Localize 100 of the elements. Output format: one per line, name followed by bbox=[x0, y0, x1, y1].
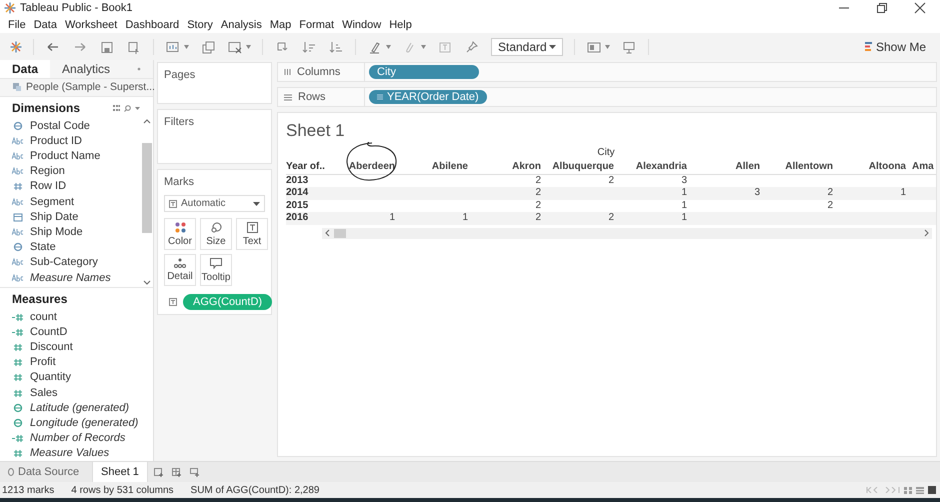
field-item[interactable]: CountD bbox=[0, 324, 153, 340]
field-item[interactable]: Postal Code bbox=[0, 118, 141, 134]
sheet-title: Sheet 1 bbox=[286, 121, 345, 141]
abc-icon bbox=[12, 151, 24, 162]
page-navigation-icon[interactable] bbox=[866, 487, 900, 493]
sheet-tab[interactable]: Data Source bbox=[0, 462, 88, 482]
menu-caret-icon[interactable] bbox=[135, 105, 141, 112]
save-icon[interactable] bbox=[99, 40, 115, 54]
field-item[interactable]: Measure Names bbox=[0, 270, 141, 286]
column-label: Abilene bbox=[395, 161, 468, 174]
column-label: Albuquerque bbox=[541, 161, 614, 174]
search-icon[interactable] bbox=[124, 104, 131, 112]
globe-icon bbox=[12, 418, 24, 428]
presentation-icon[interactable] bbox=[586, 40, 602, 54]
scrollbar-thumb[interactable] bbox=[334, 228, 346, 238]
field-item[interactable]: Product Name bbox=[0, 148, 141, 164]
show-me-button[interactable]: Show Me bbox=[860, 38, 930, 56]
scroll-left-icon[interactable] bbox=[325, 229, 330, 237]
field-item[interactable]: Sales bbox=[0, 385, 153, 400]
menu-item[interactable]: Worksheet bbox=[60, 18, 122, 30]
field-item[interactable]: count bbox=[0, 309, 153, 324]
sort-descending-icon[interactable] bbox=[328, 40, 344, 54]
field-item[interactable]: Segment bbox=[0, 194, 141, 210]
grid-icon[interactable] bbox=[113, 105, 120, 112]
text-icon bbox=[246, 222, 258, 232]
grid-view-icon[interactable] bbox=[904, 486, 912, 494]
hash-icon bbox=[12, 342, 24, 352]
menu-item[interactable]: Story bbox=[183, 18, 217, 30]
field-item[interactable]: Region bbox=[0, 164, 141, 179]
size-icon bbox=[210, 222, 222, 232]
card-title: Filters bbox=[164, 116, 195, 128]
field-pill[interactable]: YEAR(Order Date) bbox=[369, 90, 487, 104]
scroll-up-icon[interactable] bbox=[143, 119, 151, 124]
abc-icon bbox=[12, 227, 24, 238]
menu-item[interactable]: Map bbox=[266, 18, 296, 30]
duplicate-icon[interactable] bbox=[200, 40, 216, 54]
new-dashboard-icon[interactable] bbox=[172, 468, 182, 476]
column-label: Allen bbox=[687, 161, 760, 174]
mark-property-button[interactable]: Detail bbox=[164, 254, 196, 286]
mark-property-button[interactable]: Text bbox=[236, 218, 268, 250]
sort-ascending-icon[interactable] bbox=[301, 40, 317, 54]
mark-property-button[interactable]: Tooltip bbox=[200, 254, 232, 286]
field-item[interactable]: Row ID bbox=[0, 178, 141, 194]
field-pill[interactable]: City bbox=[369, 65, 479, 79]
field-item[interactable]: Profit bbox=[0, 354, 153, 370]
logo-icon bbox=[4, 2, 16, 14]
field-item[interactable]: State bbox=[0, 240, 141, 255]
new-worksheet-icon[interactable] bbox=[154, 468, 164, 476]
card-title: Marks bbox=[164, 176, 195, 188]
field-item[interactable]: Ship Mode bbox=[0, 224, 141, 240]
fit-dropdown[interactable]: Standard bbox=[491, 38, 563, 56]
scrollbar-thumb[interactable] bbox=[142, 143, 152, 234]
new-worksheet-icon[interactable] bbox=[165, 40, 181, 54]
presentation-mode-icon[interactable] bbox=[621, 40, 637, 54]
text-label-icon[interactable] bbox=[437, 40, 453, 54]
pane-tab[interactable]: Analytics bbox=[50, 60, 153, 78]
menu-item[interactable]: File bbox=[4, 18, 30, 30]
data-source-icon bbox=[8, 468, 14, 476]
status-text: 4 rows by 531 columns bbox=[71, 484, 174, 496]
restore-icon[interactable] bbox=[876, 2, 888, 14]
field-item[interactable]: Ship Date bbox=[0, 209, 141, 224]
menu-item[interactable]: Dashboard bbox=[121, 18, 184, 30]
new-story-icon[interactable] bbox=[190, 468, 200, 476]
field-item[interactable]: Discount bbox=[0, 340, 153, 355]
field-item[interactable]: Latitude (generated) bbox=[0, 400, 153, 416]
field-item[interactable]: Quantity bbox=[0, 370, 153, 386]
data-source-item[interactable]: People (Sample - Superst... bbox=[0, 78, 153, 98]
menu-item[interactable]: Window bbox=[338, 18, 386, 30]
field-item[interactable]: Measure Values bbox=[0, 446, 153, 461]
mark-property-button[interactable]: Color bbox=[164, 218, 196, 250]
menu-item[interactable]: Analysis bbox=[216, 18, 266, 30]
row-label: 2016 bbox=[286, 212, 310, 224]
pin-icon[interactable] bbox=[464, 40, 480, 54]
sheet-tab[interactable]: Sheet 1 bbox=[92, 462, 148, 482]
mark-type-dropdown[interactable]: Automatic bbox=[164, 195, 265, 212]
list-view-icon[interactable] bbox=[916, 486, 924, 494]
field-item[interactable]: Sub-Category bbox=[0, 254, 141, 270]
calendar-icon bbox=[12, 212, 24, 222]
table-cell-text: 1 bbox=[680, 200, 687, 212]
menu-item[interactable]: Help bbox=[385, 18, 416, 30]
hash-icon bbox=[12, 448, 24, 458]
fit-dropdown-label: Standard bbox=[498, 40, 547, 54]
shelf-label: Rows bbox=[278, 88, 365, 106]
hash-icon bbox=[12, 372, 24, 382]
horizontal-scrollbar[interactable] bbox=[322, 228, 932, 238]
clear-sheet-icon[interactable] bbox=[227, 40, 243, 54]
globe-icon bbox=[12, 120, 24, 131]
mark-property-button[interactable]: Size bbox=[200, 218, 232, 250]
field-item[interactable]: Product ID bbox=[0, 133, 141, 148]
scrollbar[interactable] bbox=[141, 117, 153, 288]
field-item[interactable]: Number of Records bbox=[0, 430, 153, 446]
close-icon[interactable] bbox=[914, 2, 926, 14]
menu-item[interactable]: Data bbox=[30, 18, 61, 30]
scroll-down-icon[interactable] bbox=[143, 280, 151, 286]
tableau-logo-icon[interactable] bbox=[10, 40, 22, 52]
bar-chart-icon bbox=[864, 42, 873, 51]
scroll-right-icon[interactable] bbox=[924, 229, 929, 237]
table-cell-text: 1 bbox=[461, 212, 468, 224]
field-item[interactable]: Longitude (generated) bbox=[0, 415, 153, 431]
menu-item[interactable]: Format bbox=[295, 18, 338, 30]
